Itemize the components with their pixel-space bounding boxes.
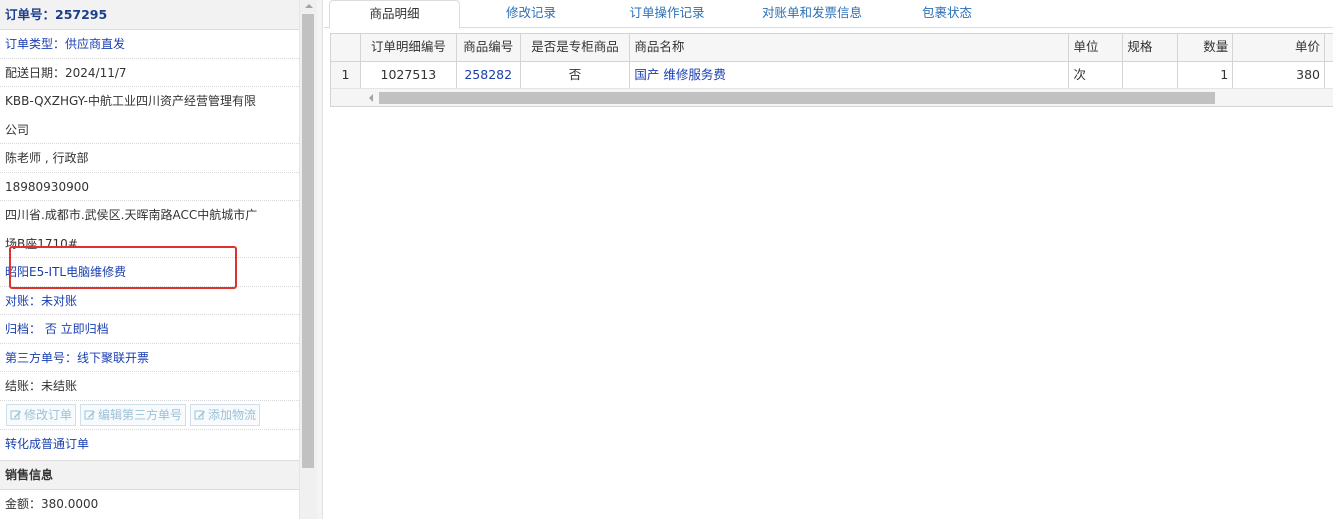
col-unit[interactable]: 单位 (1069, 34, 1124, 61)
overflow-cell (1325, 62, 1333, 88)
scroll-up-icon[interactable] (305, 4, 313, 8)
col-detail-number[interactable]: 订单明细编号 (361, 34, 457, 61)
sales-info-title: 销售信息 (0, 460, 299, 490)
tab-product-details[interactable]: 商品明细 (329, 0, 460, 29)
address-line2: 场B座1710# (0, 230, 299, 258)
customer-company-line2: 公司 (0, 116, 299, 144)
edit-order-label: 修改订单 (24, 408, 73, 422)
detail-number-cell: 1027513 (361, 62, 457, 88)
panel-splitter[interactable] (317, 0, 323, 519)
sales-amount: 金额：380.0000 (5, 497, 99, 511)
edit-icon (84, 410, 96, 419)
counter-product-cell: 否 (521, 62, 631, 88)
order-number-title: 订单号：257295 (0, 0, 299, 30)
edit-order-button[interactable]: 修改订单 (6, 403, 77, 426)
scrollbar-thumb[interactable] (302, 14, 314, 468)
archive-status[interactable]: 归档： 否 立即归档 (0, 315, 299, 344)
col-unit-price[interactable]: 单价 (1233, 34, 1326, 61)
tab-bar: 商品明细 修改记录 订单操作记录 对账单和发票信息 包裹状态 (324, 0, 1333, 29)
edit-third-party-number-label: 编辑第三方单号 (98, 408, 183, 422)
table-row[interactable]: 1 1027513 258282 否 国产 维修服务费 次 1 380 (331, 62, 1333, 89)
order-info-panel: 订单号：257295 订单类型：供应商直发 配送日期：2024/11/7 KBB… (0, 0, 300, 519)
customer-company-line1: KBB-QXZHGY-中航工业四川资产经营管理有限 (5, 94, 256, 108)
tab-order-operation-log[interactable]: 订单操作记录 (614, 0, 720, 28)
convert-to-normal-order-link[interactable]: 转化成普通订单 (0, 430, 299, 459)
horizontal-scrollbar-thumb[interactable] (379, 92, 1215, 104)
add-logistics-label: 添加物流 (208, 408, 257, 422)
tab-modification-log[interactable]: 修改记录 (482, 0, 580, 28)
spec-cell (1123, 62, 1179, 88)
col-quantity[interactable]: 数量 (1178, 34, 1234, 61)
col-overflow (1325, 34, 1333, 61)
grid-horizontal-scrollbar[interactable] (331, 89, 1333, 107)
unit-cell: 次 (1069, 62, 1124, 88)
col-rownum (331, 34, 361, 61)
row-number: 1 (331, 62, 361, 88)
edit-icon (10, 410, 21, 419)
col-product-name[interactable]: 商品名称 (630, 34, 1070, 61)
order-remark[interactable]: 昭阳E5-ITL电脑维修费 (0, 258, 299, 287)
contact-person: 陈老师 , 行政部 (0, 144, 299, 173)
product-code-link[interactable]: 258282 (457, 62, 521, 88)
order-type[interactable]: 订单类型：供应商直发 (0, 30, 299, 59)
product-detail-grid: 订单明细编号 商品编号 是否是专柜商品 商品名称 单位 规格 数量 单价 1 1… (330, 33, 1333, 107)
delivery-date: 配送日期：2024/11/7 (0, 59, 299, 87)
third-party-number[interactable]: 第三方单号：线下聚联开票 (0, 344, 299, 372)
left-panel-scrollbar[interactable] (300, 0, 317, 519)
tab-package-status[interactable]: 包裹状态 (902, 0, 992, 28)
col-product-code[interactable]: 商品编号 (457, 34, 521, 61)
settlement-status: 结账：未结账 (0, 372, 299, 401)
edit-icon (194, 410, 206, 419)
address-line1: 四川省.成都市.武侯区.天晖南路ACC中航城市广 (5, 208, 258, 222)
contact-phone: 18980930900 (0, 173, 299, 201)
col-spec[interactable]: 规格 (1123, 34, 1179, 61)
grid-header: 订单明细编号 商品编号 是否是专柜商品 商品名称 单位 规格 数量 单价 (331, 34, 1333, 62)
order-action-buttons: 修改订单 编辑第三方单号 添加物流 (0, 401, 299, 430)
col-is-counter-product[interactable]: 是否是专柜商品 (521, 34, 631, 61)
scroll-left-icon[interactable] (369, 94, 373, 102)
reconcile-status[interactable]: 对账：未对账 (0, 287, 299, 315)
quantity-cell: 1 (1178, 62, 1234, 88)
tab-statement-invoice[interactable]: 对账单和发票信息 (742, 0, 882, 28)
detail-panel: 商品明细 修改记录 订单操作记录 对账单和发票信息 包裹状态 订单明细编号 商品… (324, 0, 1333, 519)
unit-price-cell: 380 (1233, 62, 1326, 88)
product-name-link[interactable]: 国产 维修服务费 (630, 62, 1070, 88)
add-logistics-button[interactable]: 添加物流 (190, 403, 261, 426)
edit-third-party-number-button[interactable]: 编辑第三方单号 (80, 403, 187, 426)
